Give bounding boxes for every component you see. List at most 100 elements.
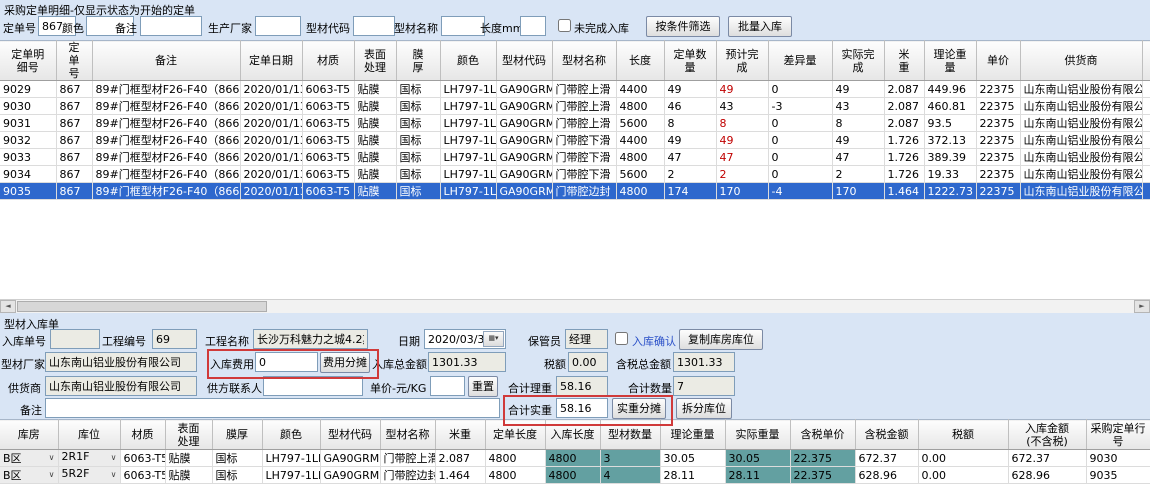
- column-header[interactable]: 供货商: [1020, 41, 1142, 81]
- cell[interactable]: 867: [56, 98, 92, 115]
- cell[interactable]: 门带腔边封: [380, 467, 435, 484]
- cell[interactable]: 6063-T5: [302, 115, 354, 132]
- split-location-button[interactable]: 拆分库位: [676, 398, 732, 419]
- cell[interactable]: 867: [56, 81, 92, 98]
- cell[interactable]: 贴膜: [165, 450, 212, 467]
- cell[interactable]: 4400: [616, 132, 664, 149]
- column-header[interactable]: 材质: [302, 41, 354, 81]
- cell[interactable]: 22375: [976, 132, 1020, 149]
- tax-input[interactable]: [568, 352, 608, 372]
- column-header[interactable]: 含税金额: [855, 420, 918, 450]
- cell[interactable]: 22375: [976, 81, 1020, 98]
- cell[interactable]: 8: [832, 115, 884, 132]
- cell[interactable]: GA90GRM03: [496, 115, 552, 132]
- profile-name-filter-input[interactable]: [441, 16, 485, 36]
- cell[interactable]: GA90GRM05: [496, 183, 552, 200]
- cell[interactable]: 国标: [396, 132, 440, 149]
- cell[interactable]: 47: [716, 149, 768, 166]
- cell[interactable]: 867: [56, 183, 92, 200]
- cell[interactable]: 49: [832, 81, 884, 98]
- scroll-right-arrow-icon[interactable]: ►: [1134, 300, 1150, 313]
- cell[interactable]: 2R1F∨: [58, 450, 120, 467]
- cell[interactable]: 2020/01/13: [240, 132, 302, 149]
- cell[interactable]: 22375: [976, 98, 1020, 115]
- cell[interactable]: [1142, 149, 1150, 166]
- cell[interactable]: GA90GRM03: [496, 81, 552, 98]
- cell[interactable]: 43: [716, 98, 768, 115]
- cell[interactable]: [1142, 132, 1150, 149]
- cell[interactable]: 9035: [1086, 467, 1150, 484]
- cell[interactable]: LH797-1LL0: [440, 132, 496, 149]
- cell[interactable]: [1142, 115, 1150, 132]
- cell[interactable]: 门带腔下滑: [552, 166, 616, 183]
- note-input[interactable]: [45, 398, 500, 418]
- table-row[interactable]: 903486789#门框型材F26-F40（866+867）2020/01/13…: [0, 166, 1150, 183]
- column-header[interactable]: 定单数量: [664, 41, 716, 81]
- cell[interactable]: 门带腔上滑: [552, 81, 616, 98]
- cell[interactable]: B区∨: [0, 450, 58, 467]
- cell[interactable]: 6063-T5: [302, 81, 354, 98]
- column-header[interactable]: 备注: [92, 41, 240, 81]
- cell[interactable]: LH797-1LL0: [262, 467, 320, 484]
- cell[interactable]: GA90GRM04: [496, 132, 552, 149]
- cell[interactable]: 1.726: [884, 149, 924, 166]
- cell[interactable]: 89#门框型材F26-F40（866+867）: [92, 81, 240, 98]
- cell[interactable]: 2.087: [435, 450, 485, 467]
- scroll-left-arrow-icon[interactable]: ◄: [0, 300, 16, 313]
- cell[interactable]: 4400: [616, 81, 664, 98]
- cell[interactable]: 867: [56, 132, 92, 149]
- cell[interactable]: 22375: [976, 166, 1020, 183]
- cell[interactable]: 170: [832, 183, 884, 200]
- cell[interactable]: 389.39: [924, 149, 976, 166]
- cell[interactable]: 49: [716, 81, 768, 98]
- cell[interactable]: 贴膜: [354, 166, 396, 183]
- cell[interactable]: 贴膜: [354, 98, 396, 115]
- cell[interactable]: LH797-1LL0: [440, 115, 496, 132]
- cell[interactable]: [1142, 166, 1150, 183]
- cell[interactable]: 6063-T5: [302, 132, 354, 149]
- filter-by-condition-button[interactable]: 按条件筛选: [646, 16, 720, 37]
- cell[interactable]: 山东南山铝业股份有限公司: [1020, 149, 1142, 166]
- cell[interactable]: B区∨: [0, 467, 58, 484]
- cell[interactable]: 5600: [616, 166, 664, 183]
- cell[interactable]: 49: [716, 132, 768, 149]
- cell[interactable]: 山东南山铝业股份有限公司: [1020, 81, 1142, 98]
- cell[interactable]: 6063-T5: [302, 183, 354, 200]
- cell[interactable]: 门带腔边封: [552, 183, 616, 200]
- cell[interactable]: 门带腔上滑: [552, 115, 616, 132]
- cell[interactable]: 0: [768, 81, 832, 98]
- table-row[interactable]: 902986789#门框型材F26-F40（866+867）2020/01/13…: [0, 81, 1150, 98]
- cell[interactable]: 8: [716, 115, 768, 132]
- cell[interactable]: 2: [664, 166, 716, 183]
- profile-code-filter-input[interactable]: [353, 16, 395, 36]
- cell[interactable]: 672.37: [1008, 450, 1086, 467]
- column-header[interactable]: 税额: [918, 420, 1008, 450]
- cell[interactable]: 0: [768, 166, 832, 183]
- cell[interactable]: 4800: [616, 98, 664, 115]
- column-header[interactable]: 实际完成: [832, 41, 884, 81]
- cell[interactable]: 867: [56, 115, 92, 132]
- cell[interactable]: 43: [832, 98, 884, 115]
- cell[interactable]: 22.375: [790, 467, 855, 484]
- cell[interactable]: 2: [832, 166, 884, 183]
- cell[interactable]: [1142, 183, 1150, 200]
- order-grid-horizontal-scrollbar[interactable]: ◄ ►: [0, 299, 1150, 313]
- column-header[interactable]: 米重: [435, 420, 485, 450]
- table-row[interactable]: 903086789#门框型材F26-F40（866+867）2020/01/13…: [0, 98, 1150, 115]
- cell[interactable]: 山东南山铝业股份有限公司: [1020, 166, 1142, 183]
- cell[interactable]: 0.00: [918, 450, 1008, 467]
- cell[interactable]: 4800: [545, 467, 600, 484]
- cell[interactable]: 国标: [396, 98, 440, 115]
- cell[interactable]: 9031: [0, 115, 56, 132]
- manufacturer-filter-input[interactable]: [255, 16, 301, 36]
- actual-weight-split-button[interactable]: 实重分摊: [612, 398, 666, 419]
- cell[interactable]: 国标: [212, 467, 262, 484]
- cell[interactable]: 0.00: [918, 467, 1008, 484]
- cell[interactable]: 2020/01/13: [240, 183, 302, 200]
- receipt-no-input[interactable]: [50, 329, 100, 349]
- cell[interactable]: 867: [56, 166, 92, 183]
- cell[interactable]: 1.726: [884, 166, 924, 183]
- cell[interactable]: 2020/01/13: [240, 166, 302, 183]
- table-row[interactable]: 903286789#门框型材F26-F40（866+867）2020/01/13…: [0, 132, 1150, 149]
- cell[interactable]: 28.11: [660, 467, 725, 484]
